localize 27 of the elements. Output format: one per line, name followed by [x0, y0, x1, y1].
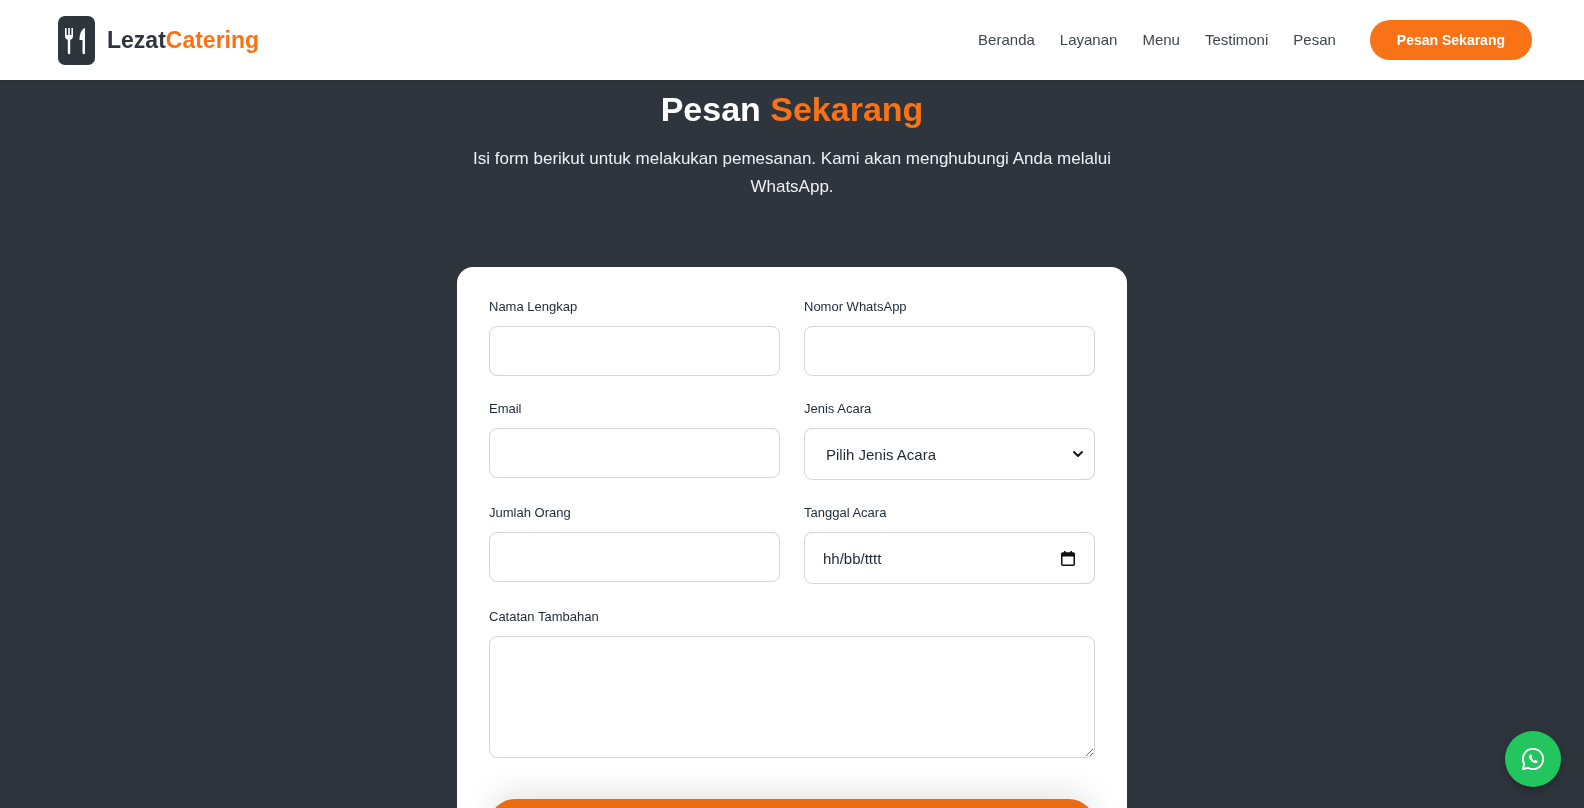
fork-knife-logo-icon[interactable]: [58, 15, 95, 65]
text-input[interactable]: [804, 326, 1095, 376]
nav-link[interactable]: Pesan: [1293, 30, 1336, 50]
nav-link[interactable]: Layanan: [1059, 30, 1118, 50]
field-label: Jumlah Orang: [489, 504, 571, 522]
select-field[interactable]: Pilih Jenis Acara: [804, 428, 1095, 480]
field-label: Nomor WhatsApp: [804, 298, 907, 316]
brand-name[interactable]: LezatCatering: [107, 26, 260, 54]
date-field[interactable]: hh/bb/tttt: [804, 532, 1095, 584]
field-label: Email: [489, 400, 522, 418]
field-label: Nama Lengkap: [489, 298, 578, 316]
chevron-down-icon: [1073, 451, 1083, 457]
field-label: Tanggal Acara: [804, 504, 887, 522]
text-input[interactable]: [489, 326, 780, 376]
text-input[interactable]: [489, 428, 780, 478]
nav-link[interactable]: Beranda: [978, 30, 1035, 50]
field-label: Jenis Acara: [804, 400, 872, 418]
section-title: Pesan Sekarang: [660, 89, 924, 129]
section-subtitle: Isi form berikut untuk melakukan pemesanan. Kami akan menghubungi Anda melalui WhatsApp.: [472, 148, 1112, 198]
chat-button[interactable]: [1505, 731, 1561, 787]
phone-chat-bubble-icon: [1522, 748, 1544, 770]
text-input[interactable]: [489, 532, 780, 582]
nav-link[interactable]: Menu: [1142, 30, 1180, 50]
field-label: Catatan Tambahan: [489, 608, 599, 626]
notes-textarea[interactable]: [489, 636, 1095, 758]
nav-link[interactable]: Testimoni: [1204, 30, 1269, 50]
calendar-icon[interactable]: [1061, 550, 1075, 566]
